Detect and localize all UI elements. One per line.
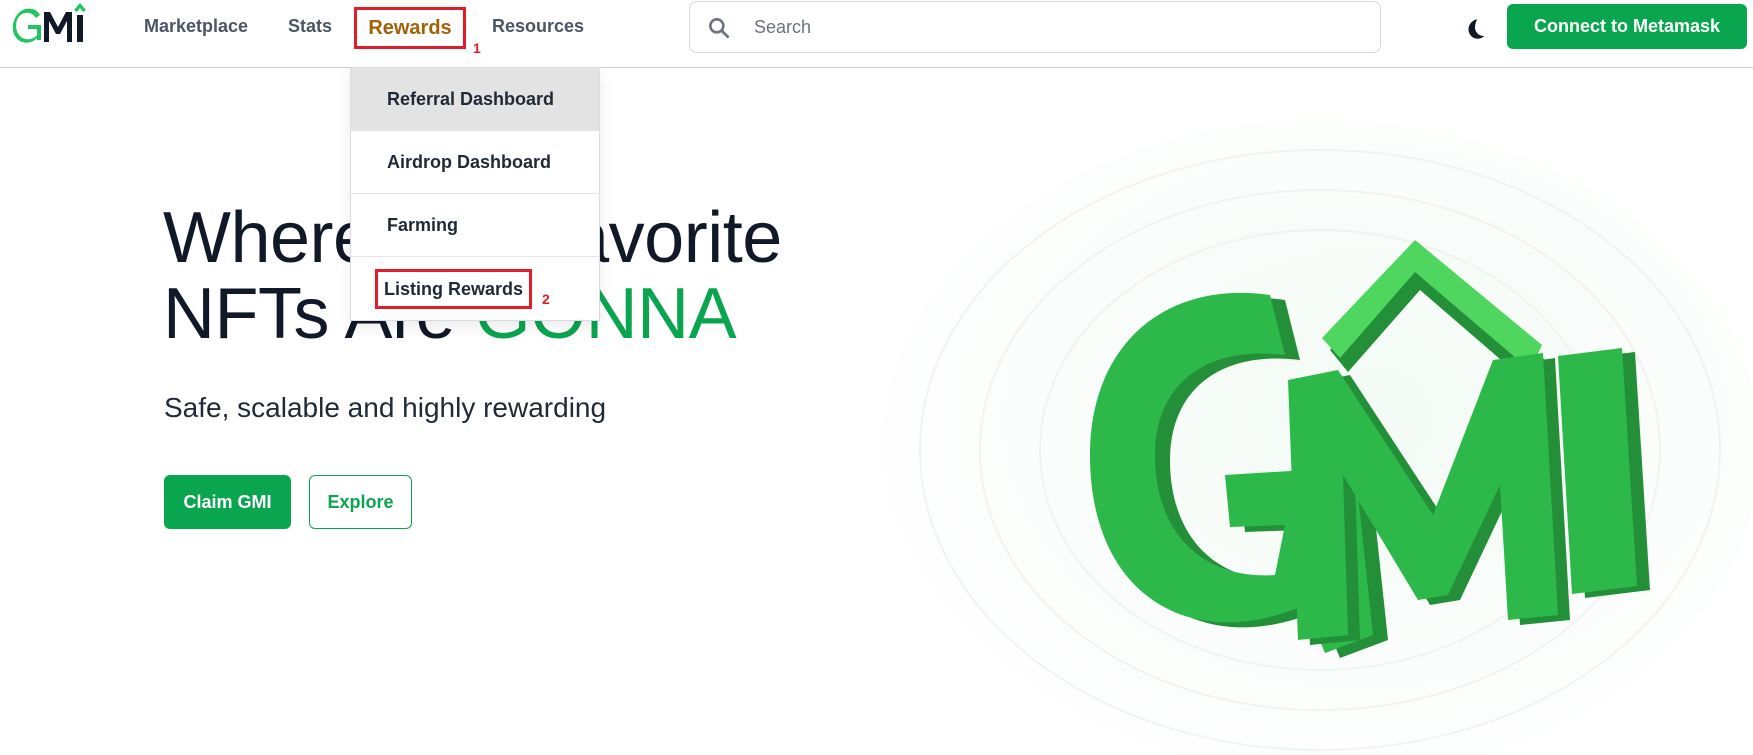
nav-marketplace[interactable]: Marketplace xyxy=(144,16,248,37)
annotation-number-1: 1 xyxy=(473,40,481,56)
search-icon xyxy=(709,18,730,39)
menu-item-referral-dashboard[interactable]: Referral Dashboard xyxy=(351,68,599,131)
search-bar xyxy=(689,1,1381,53)
nav-resources[interactable]: Resources xyxy=(492,16,584,37)
claim-gmi-button[interactable]: Claim GMI xyxy=(164,475,291,529)
gmi-logo[interactable] xyxy=(6,0,102,56)
annotation-number-2: 2 xyxy=(542,291,550,307)
hero-subtitle: Safe, scalable and highly rewarding xyxy=(164,392,607,423)
page: Marketplace Stats Rewards 1 Resources Co… xyxy=(0,0,1753,755)
nav-stats[interactable]: Stats xyxy=(288,16,332,37)
rewards-dropdown-menu: Referral Dashboard Airdrop Dashboard Far… xyxy=(350,67,600,321)
nav-rewards[interactable]: Rewards xyxy=(354,7,466,49)
top-navbar: Marketplace Stats Rewards 1 Resources Co… xyxy=(0,0,1753,68)
menu-item-listing-rewards[interactable]: Listing Rewards xyxy=(351,257,599,320)
connect-metamask-button[interactable]: Connect to Metamask xyxy=(1507,4,1747,49)
menu-item-label: Referral Dashboard xyxy=(387,88,555,109)
menu-item-airdrop-dashboard[interactable]: Airdrop Dashboard xyxy=(351,131,599,194)
gmi-3d-logo-art xyxy=(880,120,1753,755)
moon-icon[interactable] xyxy=(1462,16,1488,42)
search-input[interactable] xyxy=(754,2,1354,52)
menu-item-farming[interactable]: Farming xyxy=(351,194,599,257)
menu-item-label: Listing Rewards xyxy=(375,269,533,309)
explore-button[interactable]: Explore xyxy=(309,475,412,529)
menu-item-label: Airdrop Dashboard xyxy=(387,151,552,172)
menu-item-label: Farming xyxy=(387,214,459,235)
